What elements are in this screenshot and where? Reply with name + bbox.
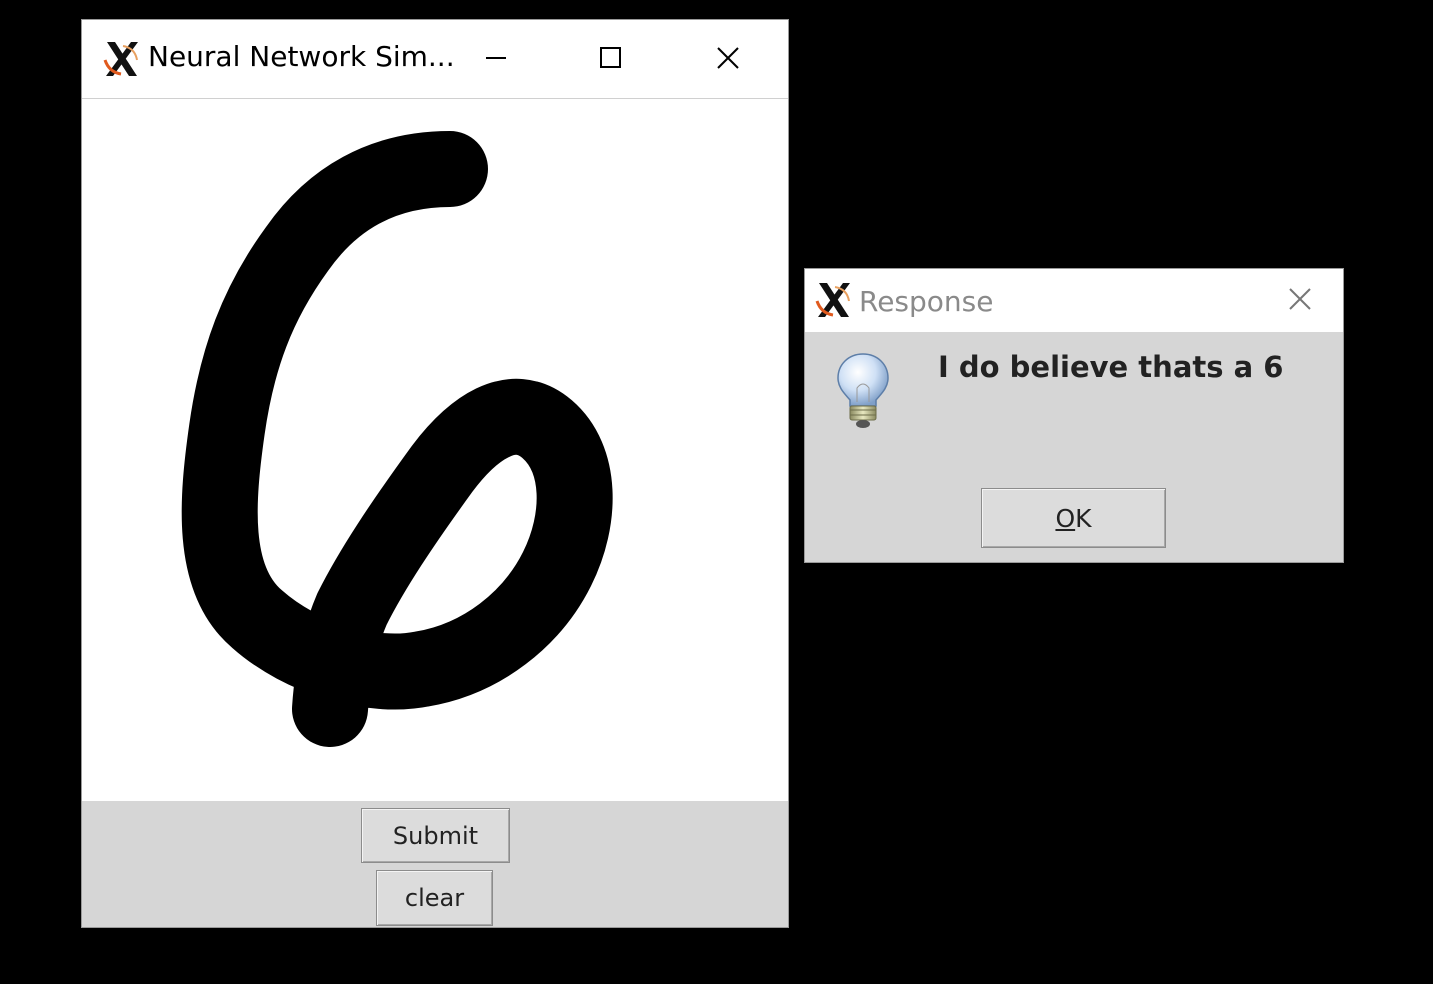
close-button[interactable] (708, 38, 748, 78)
maximize-button[interactable] (591, 38, 631, 78)
close-icon (1289, 288, 1311, 310)
main-titlebar[interactable]: Neural Network Sim... (82, 20, 788, 99)
x-logo-icon (103, 42, 138, 76)
ok-button[interactable]: OK (981, 488, 1166, 548)
dialog-close-button[interactable] (1280, 279, 1320, 319)
drawing-canvas[interactable] (82, 99, 788, 801)
minimize-button[interactable] (476, 38, 516, 78)
minimize-icon (486, 57, 506, 59)
response-message: I do believe thats a 6 (938, 350, 1284, 384)
main-window: Neural Network Sim... Submit clear (81, 19, 789, 928)
close-icon (717, 47, 739, 69)
maximize-icon (600, 47, 621, 68)
response-dialog: Response I do believe thats a 6 O K (804, 268, 1344, 563)
ok-mnemonic: O (1055, 503, 1076, 533)
dialog-titlebar[interactable]: Response (805, 269, 1343, 332)
ok-label-rest: K (1075, 503, 1092, 533)
lightbulb-icon (837, 353, 889, 428)
clear-button[interactable]: clear (376, 870, 493, 926)
button-panel: Submit clear (82, 801, 788, 927)
dialog-body: I do believe thats a 6 OK (805, 332, 1343, 562)
x-logo-icon (815, 283, 850, 317)
submit-button[interactable]: Submit (361, 808, 510, 863)
window-title: Neural Network Sim... (148, 40, 455, 73)
digit-drawing (181, 131, 613, 747)
dialog-title: Response (859, 285, 994, 318)
